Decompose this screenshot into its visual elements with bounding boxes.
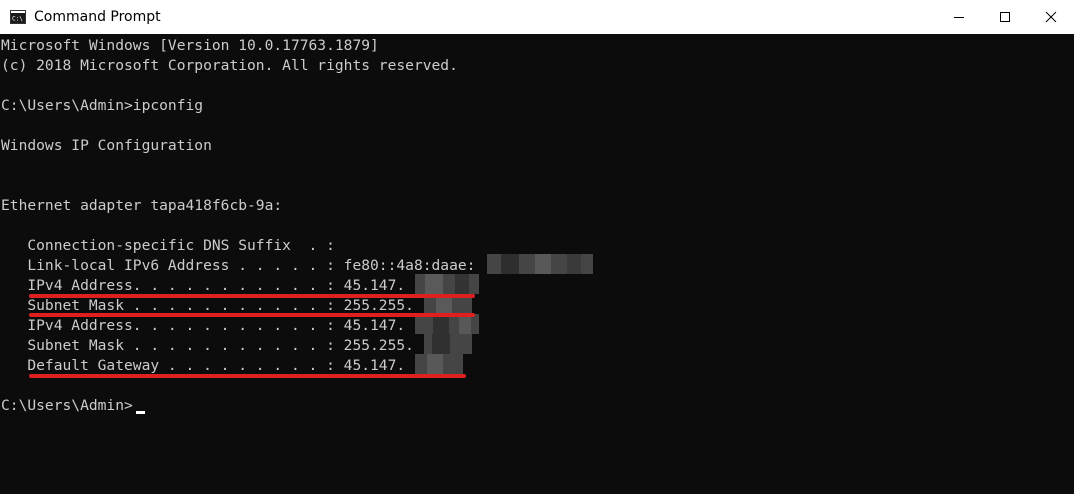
text-cursor (136, 411, 145, 414)
minimize-icon (954, 17, 964, 18)
console-line: Windows IP Configuration (1, 137, 212, 154)
redacted-ipv6-suffix (487, 254, 593, 274)
console-line: (c) 2018 Microsoft Corporation. All righ… (1, 57, 458, 74)
command-prompt-window: C:\ Command Prompt Microsoft Windows [Ve… (0, 0, 1074, 494)
window-controls (936, 0, 1074, 34)
cmd-icon: C:\ (10, 10, 26, 24)
maximize-button[interactable] (982, 0, 1028, 34)
console-line: IPv4 Address. . . . . . . . . . . : 45.1… (1, 277, 406, 294)
console-output[interactable]: Microsoft Windows [Version 10.0.17763.18… (0, 34, 1074, 494)
console-line: Microsoft Windows [Version 10.0.17763.18… (1, 37, 379, 54)
redacted-ipv4-suffix (415, 314, 479, 334)
window-title: Command Prompt (34, 9, 161, 25)
close-icon (1045, 11, 1057, 23)
gateway-highlight-underline (29, 374, 466, 378)
ipv4-highlight-underline (29, 294, 475, 298)
console-line: Ethernet adapter tapa418f6cb-9a: (1, 197, 283, 214)
console-line: Subnet Mask . . . . . . . . . . . : 255.… (1, 337, 414, 354)
console-line: Default Gateway . . . . . . . . . : 45.1… (1, 357, 406, 374)
console-line: C:\Users\Admin> (1, 397, 133, 414)
subnet-highlight-underline (29, 313, 475, 317)
console-line: C:\Users\Admin>ipconfig (1, 97, 204, 114)
redacted-subnet-suffix (424, 334, 472, 354)
console-line: Link-local IPv6 Address . . . . . : fe80… (1, 257, 476, 274)
console-line: IPv4 Address. . . . . . . . . . . : 45.1… (1, 317, 406, 334)
maximize-icon (1000, 12, 1010, 22)
redacted-gateway-suffix (415, 354, 463, 374)
redacted-ipv4-suffix (415, 274, 479, 294)
close-button[interactable] (1028, 0, 1074, 34)
minimize-button[interactable] (936, 0, 982, 34)
title-bar[interactable]: C:\ Command Prompt (0, 0, 1074, 34)
svg-text:C:\: C:\ (12, 16, 23, 23)
console-line: Connection-specific DNS Suffix . : (1, 237, 335, 254)
